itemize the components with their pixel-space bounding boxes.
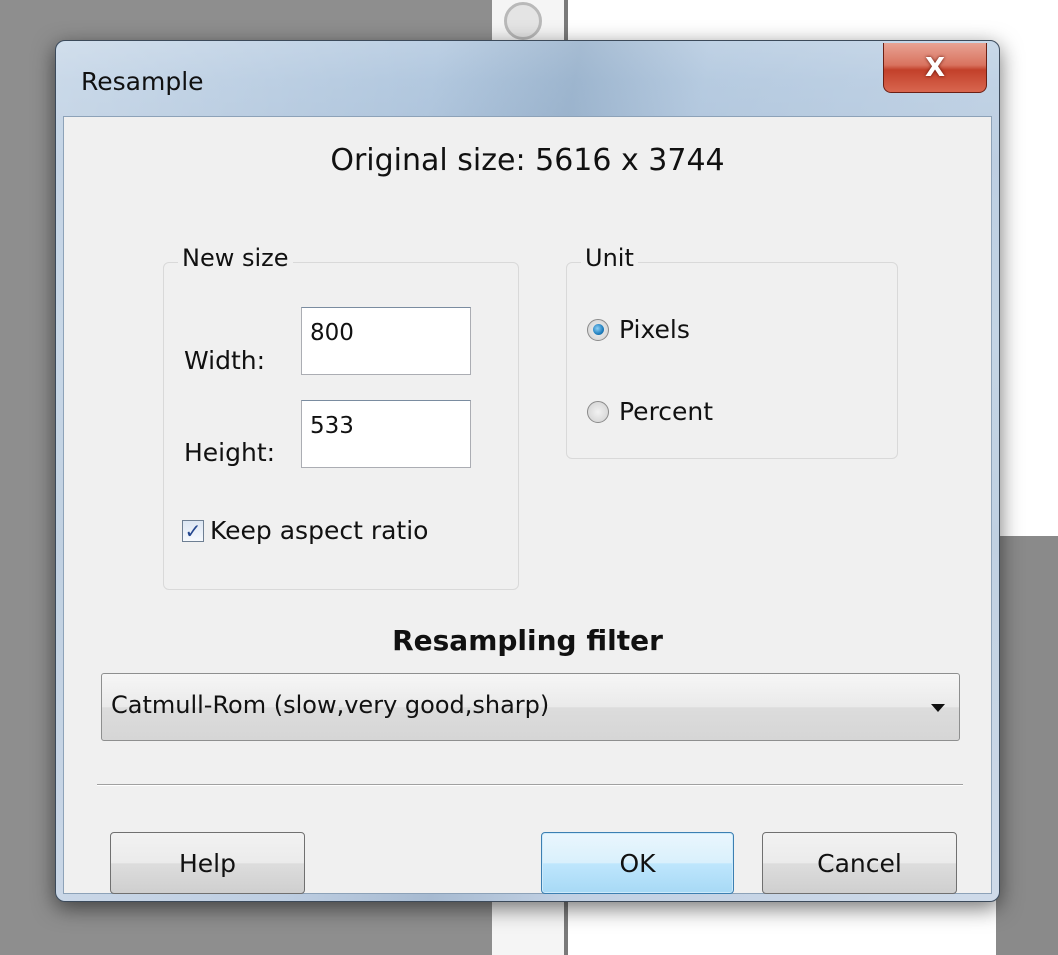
unit-pixels-radio[interactable]: Pixels: [587, 315, 690, 344]
radio-unselected-icon[interactable]: [587, 400, 609, 423]
original-size-label: Original size: 5616 x 3744: [330, 143, 725, 178]
ok-button[interactable]: OK: [541, 832, 734, 894]
width-label: Width:: [184, 346, 266, 375]
radio-dot-icon: [592, 324, 604, 335]
keep-aspect-ratio-checkbox[interactable]: ✓ Keep aspect ratio: [182, 516, 428, 545]
unit-legend: Unit: [581, 244, 638, 272]
unit-group: Unit Pixels Percent: [566, 244, 898, 459]
button-separator: [97, 784, 963, 786]
dialog-client-area: Original size: 5616 x 3744 New size Widt…: [63, 116, 992, 894]
new-size-legend: New size: [178, 244, 293, 272]
background-panel-right: [996, 536, 1058, 955]
keep-aspect-ratio-label[interactable]: Keep aspect ratio: [210, 516, 428, 545]
resample-dialog: Resample X Original size: 5616 x 3744 Ne…: [55, 40, 1000, 902]
close-icon: X: [924, 52, 946, 83]
help-button[interactable]: Help: [110, 832, 305, 894]
height-label: Height:: [184, 438, 276, 467]
radio-selected-icon[interactable]: [587, 318, 609, 341]
zoom-icon: [504, 2, 542, 40]
resampling-filter-value[interactable]: Catmull-Rom (slow,very good,sharp): [111, 691, 549, 719]
unit-pixels-label[interactable]: Pixels: [619, 315, 690, 344]
unit-percent-radio[interactable]: Percent: [587, 397, 713, 426]
checkbox-checked-icon[interactable]: ✓: [182, 519, 204, 542]
height-input[interactable]: 533: [301, 400, 471, 468]
unit-percent-label[interactable]: Percent: [619, 397, 713, 426]
chevron-down-icon[interactable]: [931, 704, 945, 712]
window-title: Resample: [81, 67, 204, 96]
resampling-filter-title: Resampling filter: [392, 624, 663, 657]
close-button[interactable]: X: [883, 43, 987, 93]
resampling-filter-select[interactable]: Catmull-Rom (slow,very good,sharp): [101, 673, 960, 741]
new-size-group: New size Width: 800 Height: 533 ✓ Keep a…: [163, 244, 519, 590]
cancel-button[interactable]: Cancel: [762, 832, 957, 894]
width-input[interactable]: 800: [301, 307, 471, 375]
